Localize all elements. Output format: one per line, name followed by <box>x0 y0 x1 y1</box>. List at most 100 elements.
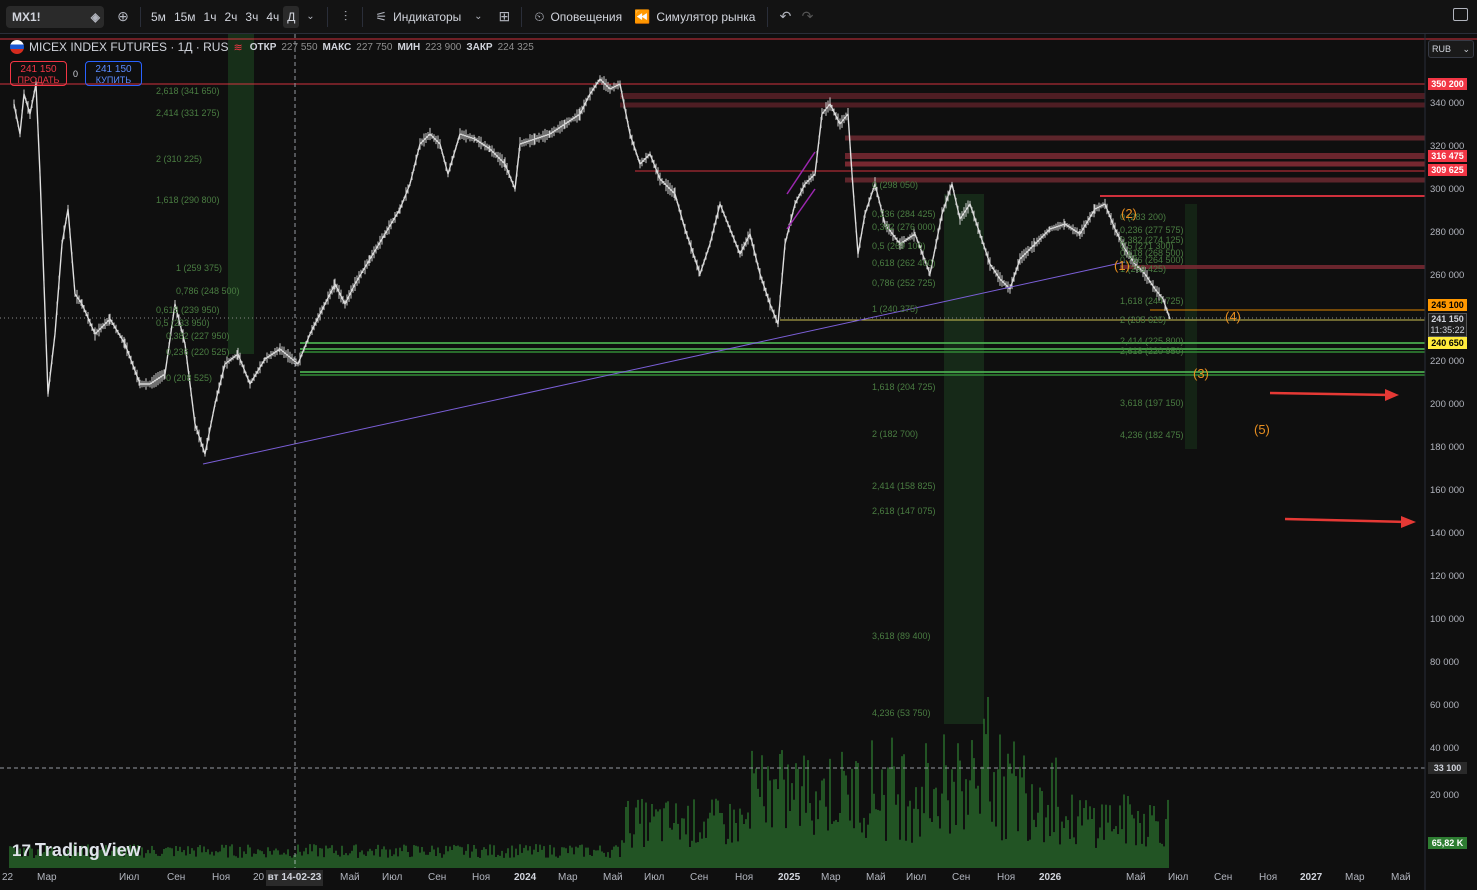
time-axis-tick: 2027 <box>1300 872 1323 883</box>
fib-label-mid: 0 (298 050) <box>872 180 919 190</box>
red-arrow-1 <box>1269 391 1393 397</box>
price-axis-tick: 20 000 <box>1430 790 1460 801</box>
price-axis-tick: 40 000 <box>1430 743 1460 754</box>
market-closed-icon: ≋ <box>233 41 243 54</box>
wave-label-5: (5) <box>1254 422 1270 437</box>
divider <box>327 6 329 27</box>
time-axis-tick: 2024 <box>514 872 537 883</box>
timeframe-4h[interactable]: 4ч <box>262 6 283 28</box>
replay-label: Симулятор рынка <box>656 9 756 24</box>
fullscreen-icon[interactable] <box>1453 8 1468 21</box>
compare-add-icon[interactable]: ⊕ <box>112 6 134 28</box>
price-axis-tick: 220 000 <box>1430 356 1465 367</box>
level-label-350200: 350 200 <box>1428 78 1467 90</box>
time-axis-tick: Сен <box>167 872 186 883</box>
buy-label: КУПИТЬ <box>95 75 132 85</box>
wave-label-4: (4) <box>1225 309 1241 324</box>
fib-label-left: 2 (310 225) <box>156 154 203 164</box>
divider <box>140 6 141 27</box>
time-axis-tick: Ноя <box>997 872 1016 883</box>
divider <box>767 6 769 27</box>
volume-layer <box>9 696 1169 868</box>
redo-icon[interactable]: ↷ <box>796 6 818 28</box>
price-axis-tick: 120 000 <box>1430 571 1465 582</box>
fib-label-right: 1,618 (244 725) <box>1120 296 1184 306</box>
fib-label-mid: 1,618 (204 725) <box>872 382 936 392</box>
time-axis-tick: Сен <box>952 872 971 883</box>
fib-label-left: 0,382 (227 950) <box>166 331 230 341</box>
price-axis-tick: 80 000 <box>1430 657 1460 668</box>
price-axis-tick: 280 000 <box>1430 227 1465 238</box>
time-axis-tick: Сен <box>690 872 709 883</box>
last-price-label: 241 150 11:35:22 <box>1428 313 1467 337</box>
timeframe-3h[interactable]: 3ч <box>241 6 262 28</box>
price-axis-tick: 340 000 <box>1430 98 1465 109</box>
fib-label-mid: 3,618 (89 400) <box>872 631 931 641</box>
tradingview-logo[interactable]: 17 TradingView <box>12 840 141 861</box>
level-label-240650: 240 650 <box>1428 337 1467 349</box>
time-axis-tick: Май <box>340 872 360 883</box>
last-price: 241 150 <box>1431 314 1464 324</box>
fib-label-left: 2,618 (341 650) <box>156 86 220 96</box>
time-axis-tick: Ноя <box>735 872 754 883</box>
indicators-icon: ⚟ <box>375 8 388 24</box>
symbol-info-icon[interactable]: ◈ <box>91 10 100 24</box>
time-axis-tick: Май <box>603 872 623 883</box>
fib-label-right: 2 (235 625) <box>1120 315 1167 325</box>
wave-label-3: (3) <box>1193 366 1209 381</box>
price-axis-tick: 180 000 <box>1430 442 1465 453</box>
fib-label-mid: 2,618 (147 075) <box>872 506 936 516</box>
chevron-down-icon: ⌄ <box>1462 43 1470 54</box>
divider <box>521 6 523 27</box>
time-axis-tick: Сен <box>428 872 447 883</box>
fib-label-left: 0,236 (220 525) <box>166 347 230 357</box>
fib-label-right: 0,236 (277 575) <box>1120 225 1184 235</box>
chevron-down-icon[interactable]: ⌄ <box>467 6 489 28</box>
time-axis-tick: 20 <box>253 872 265 883</box>
replay-button[interactable]: ⏪ Симулятор рынка <box>628 6 761 28</box>
close-value: 224 325 <box>497 41 534 53</box>
level-label-309625: 309 625 <box>1428 164 1467 176</box>
buy-button[interactable]: 241 150 КУПИТЬ <box>85 61 142 86</box>
timeframe-1d[interactable]: Д <box>283 5 300 28</box>
fib-label-mid: 2,414 (158 825) <box>872 481 936 491</box>
time-axis-tick: Июл <box>644 872 665 883</box>
price-chart[interactable] <box>0 34 1477 890</box>
indicators-button[interactable]: ⚟ Индикаторы <box>369 6 467 28</box>
fib-label-mid: 1 (240 375) <box>872 304 919 314</box>
bar-style-icon[interactable]: ⫶ <box>334 6 356 28</box>
sell-button[interactable]: 241 150 ПРОДАТЬ <box>10 61 67 86</box>
fib-label-left: 1,618 (290 800) <box>156 195 220 205</box>
levels-layer <box>0 38 1477 376</box>
time-axis-tick: Май <box>1391 872 1411 883</box>
alerts-button[interactable]: ⏲ Оповещения <box>528 6 628 28</box>
spread-value: 0 <box>73 69 79 79</box>
fib-label-mid: 0,236 (284 425) <box>872 209 936 219</box>
price-axis-tick: 60 000 <box>1430 700 1460 711</box>
instrument-title[interactable]: MICEX INDEX FUTURES · 1Д · RUS <box>29 40 228 54</box>
channel-upper <box>786 151 816 195</box>
russia-flag-icon <box>10 40 24 54</box>
time-axis-tick: Ноя <box>212 872 231 883</box>
high-value: 227 750 <box>356 41 393 53</box>
time-axis-tick: Июл <box>1168 872 1189 883</box>
timeframe-1h[interactable]: 1ч <box>200 6 221 28</box>
brand-name: TradingView <box>34 840 141 860</box>
undo-icon[interactable]: ↶ <box>774 6 796 28</box>
fib-label-right: 3,618 (197 150) <box>1120 398 1184 408</box>
currency-select[interactable]: RUB ⌄ <box>1428 40 1474 58</box>
symbol-search[interactable]: MX1! ◈ <box>6 5 104 28</box>
layouts-grid-icon[interactable]: ⊞ <box>493 6 515 28</box>
timeframe-15m[interactable]: 15м <box>170 6 200 28</box>
time-axis-tick: Июл <box>119 872 140 883</box>
red-arrow-1-head <box>1385 389 1399 401</box>
close-label: ЗАКР <box>466 41 493 53</box>
fib-label-mid: 0,786 (252 725) <box>872 278 936 288</box>
time-axis-tick: Сен <box>1214 872 1233 883</box>
time-axis-tick: Май <box>866 872 886 883</box>
tradingview-logo-icon: 17 <box>12 840 31 860</box>
time-axis-tick: Июл <box>382 872 403 883</box>
timeframe-5m[interactable]: 5м <box>147 6 170 28</box>
timeframe-2h[interactable]: 2ч <box>220 6 241 28</box>
chevron-down-icon[interactable]: ⌄ <box>299 6 321 28</box>
